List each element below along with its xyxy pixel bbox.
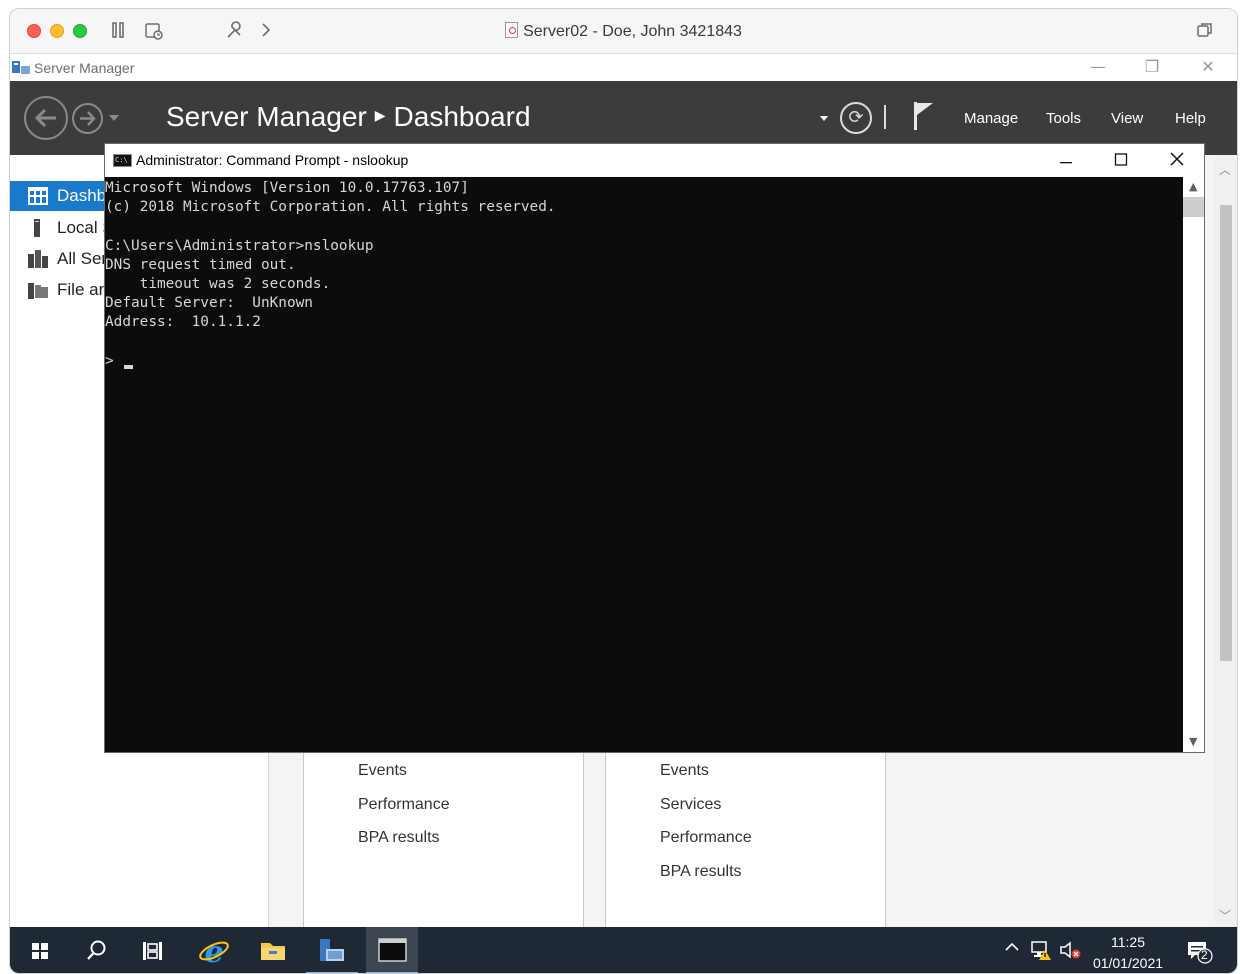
console-line: Address: 10.1.1.2 — [105, 314, 261, 331]
page-title: Dashboard — [393, 101, 531, 132]
tile-link-performance[interactable]: Performance — [358, 796, 450, 814]
close-icon[interactable]: ✕ — [1194, 57, 1222, 76]
breadcrumb-separator-icon: ▶ — [374, 107, 386, 123]
file-explorer-icon[interactable] — [247, 927, 299, 973]
command-prompt-title: Administrator: Command Prompt - nslookup — [136, 152, 409, 168]
cmd-close-icon[interactable] — [1162, 148, 1192, 177]
volume-muted-icon[interactable] — [1058, 939, 1082, 965]
tile-link-bpa-results[interactable]: BPA results — [660, 863, 742, 881]
host-titlebar: Server02 - Doe, John 3421843 — [10, 9, 1237, 54]
refresh-icon[interactable]: ⟳ — [840, 102, 872, 134]
network-warning-icon[interactable] — [1030, 939, 1052, 965]
sidebar-item-label: File an — [57, 280, 109, 299]
cmd-maximize-icon[interactable] — [1106, 148, 1136, 177]
console-prompt: > — [105, 352, 114, 369]
command-prompt-icon: C:\ — [113, 154, 132, 167]
restore-down-icon[interactable]: ❐ — [1138, 57, 1166, 76]
tile-link-services[interactable]: Services — [660, 796, 721, 814]
server-manager-titlebar: Server Manager — ❐ ✕ — [10, 55, 1237, 81]
file-services-icon — [28, 281, 48, 299]
restore-icon[interactable] — [1196, 21, 1214, 44]
back-button[interactable] — [24, 96, 68, 140]
console-line: timeout was 2 seconds. — [105, 276, 331, 293]
scroll-down-icon[interactable]: ﹀ — [1219, 907, 1231, 924]
refresh-dropdown-icon[interactable] — [820, 116, 828, 121]
dashboard-scrollbar[interactable]: ︿ ﹀ — [1215, 155, 1237, 927]
console-line: (c) 2018 Microsoft Corporation. All righ… — [105, 199, 556, 216]
internet-explorer-icon[interactable]: e — [188, 927, 240, 973]
server-manager-window-title: Server Manager — [34, 60, 135, 76]
taskbar: e 11:25 01/01/2021 2 — [10, 927, 1237, 973]
dashboard-icon — [28, 187, 48, 205]
menu-manage[interactable]: Manage — [964, 110, 1018, 127]
console-line: C:\Users\Administrator>nslookup — [105, 237, 374, 254]
history-dropdown-icon[interactable] — [109, 115, 119, 121]
tile-link-performance[interactable]: Performance — [660, 829, 752, 847]
breadcrumb: Server Manager ▶ Dashboard — [166, 101, 531, 133]
action-center-icon[interactable]: 2 — [1186, 939, 1214, 969]
scroll-up-icon[interactable]: ︿ — [1219, 161, 1231, 178]
scroll-up-icon[interactable]: ▲ — [1189, 180, 1197, 193]
sidebar-item-label: All Ser — [57, 249, 108, 268]
scroll-down-icon[interactable]: ▼ — [1189, 735, 1197, 748]
command-prompt-titlebar[interactable]: C:\ Administrator: Command Prompt - nslo… — [105, 144, 1204, 177]
cmd-minimize-icon[interactable] — [1051, 148, 1081, 177]
show-hidden-icons-icon[interactable] — [1004, 939, 1020, 959]
all-servers-icon — [28, 250, 48, 268]
menu-view[interactable]: View — [1111, 110, 1143, 127]
scrollbar-thumb[interactable] — [1220, 205, 1232, 661]
console-output[interactable]: Microsoft Windows [Version 10.0.17763.10… — [105, 179, 1183, 751]
document-icon — [505, 22, 519, 38]
notifications-flag-icon[interactable] — [912, 100, 934, 132]
console-scrollbar[interactable]: ▲ ▼ — [1183, 177, 1204, 752]
console-line: Microsoft Windows [Version 10.0.17763.10… — [105, 180, 469, 196]
host-window-title-text: Server02 - Doe, John 3421843 — [523, 23, 742, 40]
menu-help[interactable]: Help — [1175, 110, 1206, 127]
tile-link-events[interactable]: Events — [660, 762, 709, 780]
clock-date: 01/01/2021 — [1092, 955, 1164, 971]
menu-tools[interactable]: Tools — [1046, 110, 1081, 127]
local-server-icon — [28, 219, 48, 237]
command-prompt-window[interactable]: C:\ Administrator: Command Prompt - nslo… — [104, 143, 1205, 753]
console-line: DNS request timed out. — [105, 256, 296, 273]
system-clock[interactable]: 11:25 01/01/2021 — [1086, 932, 1170, 973]
task-view-icon[interactable] — [126, 927, 178, 973]
server-manager-taskbar-icon[interactable] — [306, 927, 358, 973]
minimize-icon[interactable]: — — [1084, 57, 1112, 76]
host-window-title: Server02 - Doe, John 3421843 — [10, 22, 1237, 41]
svg-text:e: e — [204, 935, 223, 970]
tile-link-events[interactable]: Events — [358, 762, 407, 780]
search-icon[interactable] — [70, 927, 122, 973]
breadcrumb-root[interactable]: Server Manager — [166, 101, 367, 132]
notification-count-badge: 2 — [1201, 948, 1208, 962]
clock-time: 11:25 — [1111, 934, 1145, 950]
sidebar-item-label: Dashb — [57, 186, 107, 205]
server-manager-icon — [12, 60, 30, 75]
console-prompt-line[interactable]: > — [105, 352, 1183, 371]
scrollbar-thumb[interactable] — [1183, 197, 1204, 217]
header-divider — [884, 105, 886, 129]
console-line: Default Server: UnKnown — [105, 295, 313, 312]
text-cursor — [123, 364, 133, 369]
tile-link-bpa-results[interactable]: BPA results — [358, 829, 440, 847]
forward-button[interactable] — [72, 103, 103, 134]
command-prompt-taskbar-icon[interactable] — [366, 927, 418, 973]
start-button[interactable] — [14, 927, 66, 973]
